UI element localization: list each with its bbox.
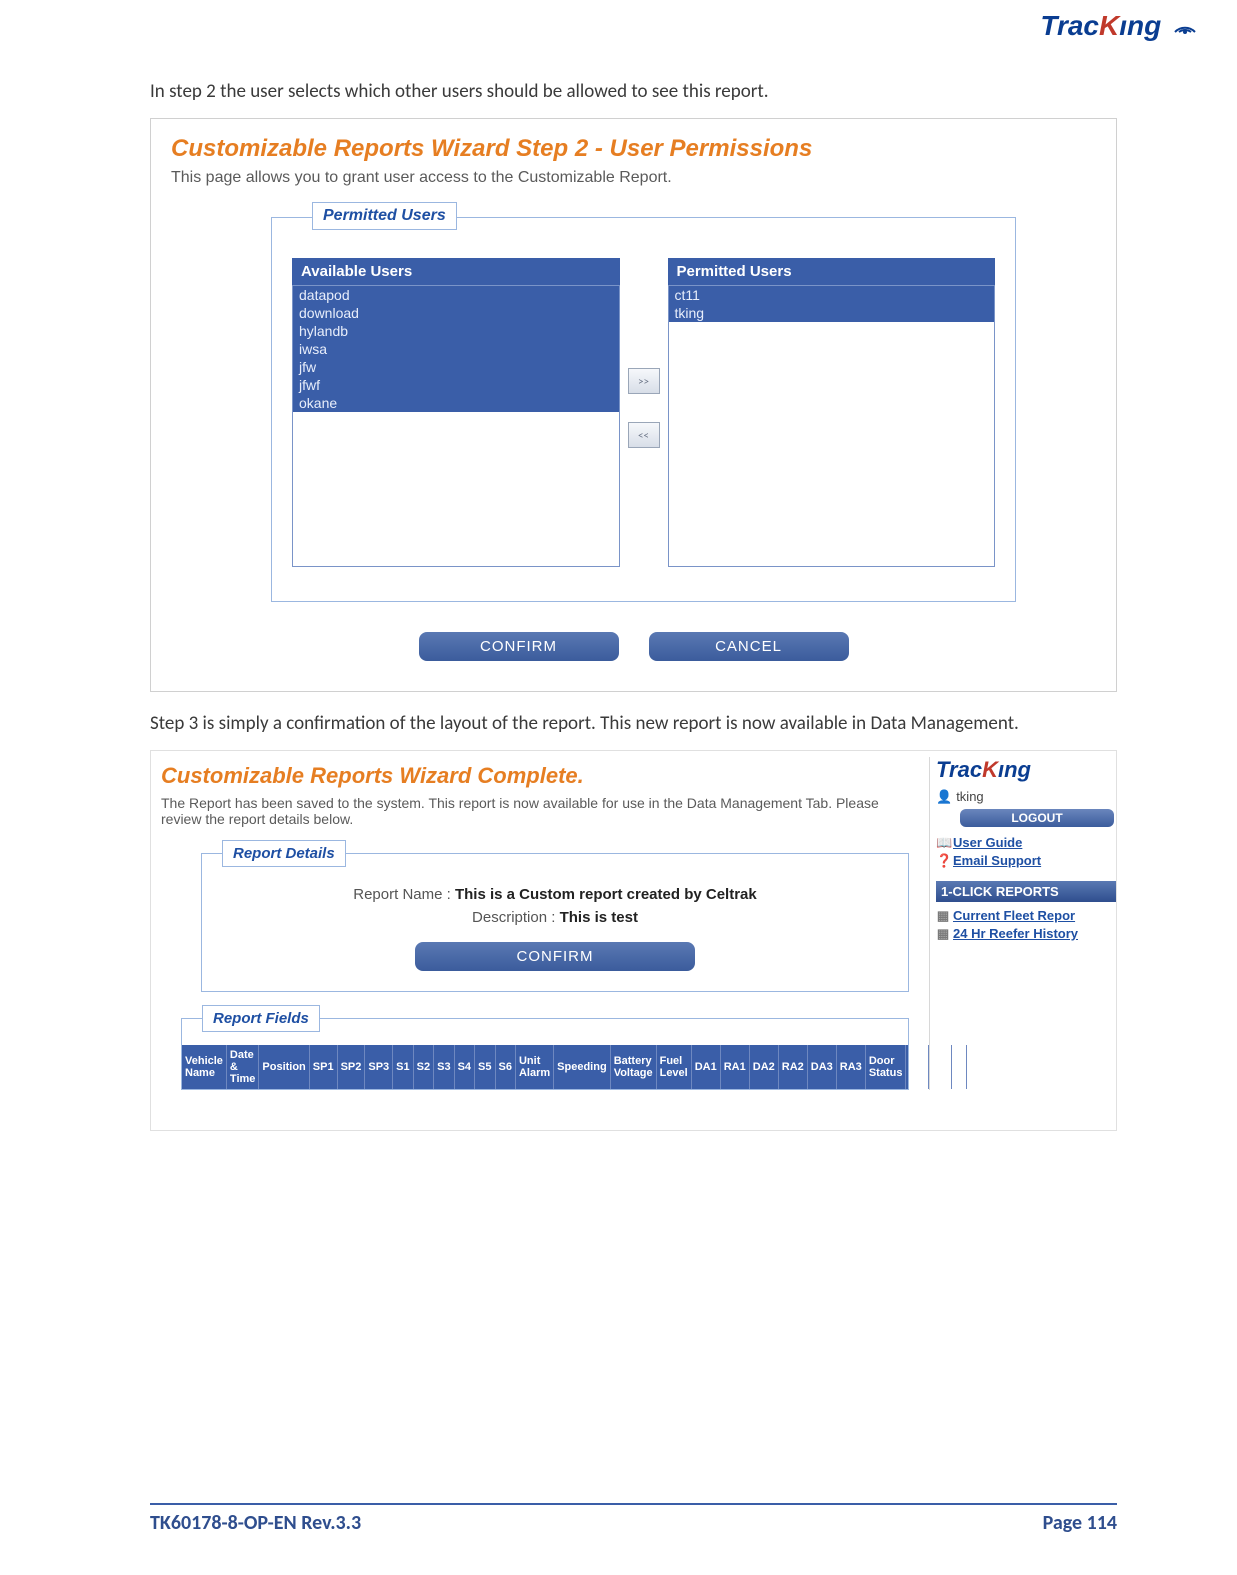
- report-fields-panel: Report Fields Vehicle Name Date & Time P…: [181, 1018, 909, 1090]
- report-icon: ▦: [936, 926, 950, 942]
- list-item[interactable]: iwsa: [293, 340, 619, 358]
- intro-paragraph-step2: In step 2 the user selects which other u…: [150, 80, 1117, 103]
- logout-button[interactable]: LOGOUT: [960, 809, 1114, 827]
- permitted-users-header: Permitted Users: [668, 258, 996, 285]
- help-icon: ❓: [936, 853, 950, 869]
- tracking-logo-small: TracKıng: [936, 757, 1116, 783]
- field-col: Fuel Level: [657, 1045, 692, 1089]
- field-col: S4: [455, 1045, 475, 1089]
- confirm-button[interactable]: CONFIRM: [419, 632, 619, 661]
- wizard-complete-screenshot: Customizable Reports Wizard Complete. Th…: [150, 750, 1117, 1131]
- available-users-header: Available Users: [292, 258, 620, 285]
- permitted-users-panel: Permitted Users Available Users datapod …: [271, 217, 1016, 602]
- confirm-button-2[interactable]: CONFIRM: [415, 942, 695, 971]
- logo-part-ing: ıng: [1119, 10, 1161, 41]
- field-col: S3: [434, 1045, 454, 1089]
- wizard-step2-desc: This page allows you to grant user acces…: [171, 169, 1096, 187]
- field-col: SP3: [365, 1045, 393, 1089]
- field-col: DA1: [692, 1045, 721, 1089]
- field-col: Door Status: [866, 1045, 907, 1089]
- list-item[interactable]: tking: [669, 304, 995, 322]
- field-col: Speeding: [554, 1045, 611, 1089]
- list-item[interactable]: ct11: [669, 286, 995, 304]
- field-col: Unit Alarm: [516, 1045, 554, 1089]
- field-col: SP1: [310, 1045, 338, 1089]
- list-item[interactable]: jfwf: [293, 376, 619, 394]
- field-col: Position: [259, 1045, 309, 1089]
- doc-id: TK60178-8-OP-EN Rev.3.3: [150, 1511, 361, 1535]
- cancel-button[interactable]: CANCEL: [649, 632, 849, 661]
- one-click-reports-header: 1-CLICK REPORTS: [936, 881, 1116, 902]
- field-col: S5: [475, 1045, 495, 1089]
- list-item[interactable]: okane: [293, 394, 619, 412]
- report-fields-header-row: Vehicle Name Date & Time Position SP1 SP…: [182, 1045, 908, 1089]
- field-col: Date & Time: [227, 1045, 259, 1089]
- move-right-button[interactable]: >>: [628, 368, 660, 394]
- field-col: OP 2: [929, 1045, 952, 1089]
- user-icon: 👤: [936, 789, 952, 804]
- field-col: SP2: [338, 1045, 366, 1089]
- field-col: S1: [393, 1045, 413, 1089]
- current-user: tking: [956, 789, 983, 804]
- list-item[interactable]: datapod: [293, 286, 619, 304]
- report-desc-label: Description :: [472, 909, 555, 926]
- field-col: OP 1: [906, 1045, 929, 1089]
- user-guide-link[interactable]: 📖User Guide: [936, 835, 1116, 851]
- report-name-value: This is a Custom report created by Celtr…: [455, 886, 757, 903]
- wizard-complete-desc: The Report has been saved to the system.…: [161, 795, 919, 827]
- field-col: S2: [414, 1045, 434, 1089]
- field-col: Battery Voltage: [611, 1045, 657, 1089]
- move-left-button[interactable]: <<: [628, 422, 660, 448]
- permitted-users-list[interactable]: ct11 tking: [668, 285, 996, 567]
- field-col: DA2: [750, 1045, 779, 1089]
- field-col: RA2: [779, 1045, 808, 1089]
- current-fleet-report-link[interactable]: ▦Current Fleet Repor: [936, 908, 1116, 924]
- wizard-step2-screenshot: Customizable Reports Wizard Step 2 - Use…: [150, 118, 1117, 692]
- list-item[interactable]: jfw: [293, 358, 619, 376]
- report-details-panel: Report Details Report Name : This is a C…: [201, 853, 909, 992]
- logo-part-trac: Trac: [1040, 10, 1099, 41]
- book-icon: 📖: [936, 835, 950, 851]
- report-desc-value: This is test: [560, 909, 638, 926]
- field-col: RA3: [837, 1045, 866, 1089]
- available-users-list[interactable]: datapod download hylandb iwsa jfw jfwf o…: [292, 285, 620, 567]
- field-col: O 3: [952, 1045, 968, 1089]
- list-item[interactable]: hylandb: [293, 322, 619, 340]
- sidebar: TracKıng 👤 tking LOGOUT 📖User Guide ❓Emai…: [929, 757, 1116, 1090]
- wizard-complete-title: Customizable Reports Wizard Complete.: [161, 763, 919, 789]
- report-name-label: Report Name :: [353, 886, 451, 903]
- tracking-logo: TracKıng: [1040, 10, 1197, 42]
- email-support-link[interactable]: ❓Email Support: [936, 853, 1116, 869]
- page-number: Page 114: [1043, 1511, 1117, 1535]
- report-details-legend: Report Details: [222, 840, 346, 867]
- antenna-icon: [1171, 10, 1197, 36]
- report-icon: ▦: [936, 908, 950, 924]
- field-col: Vehicle Name: [182, 1045, 227, 1089]
- intro-paragraph-step3: Step 3 is simply a confirmation of the l…: [150, 712, 1117, 735]
- field-col: S6: [496, 1045, 516, 1089]
- permitted-users-legend: Permitted Users: [312, 202, 457, 230]
- field-col: RA1: [721, 1045, 750, 1089]
- wizard-step2-title: Customizable Reports Wizard Step 2 - Use…: [171, 135, 1096, 163]
- reefer-history-link[interactable]: ▦24 Hr Reefer History: [936, 926, 1116, 942]
- logo-part-k: K: [1099, 10, 1119, 41]
- field-col: DA3: [808, 1045, 837, 1089]
- page-footer: TK60178-8-OP-EN Rev.3.3 Page 114: [150, 1503, 1117, 1535]
- report-fields-legend: Report Fields: [202, 1005, 320, 1032]
- list-item[interactable]: download: [293, 304, 619, 322]
